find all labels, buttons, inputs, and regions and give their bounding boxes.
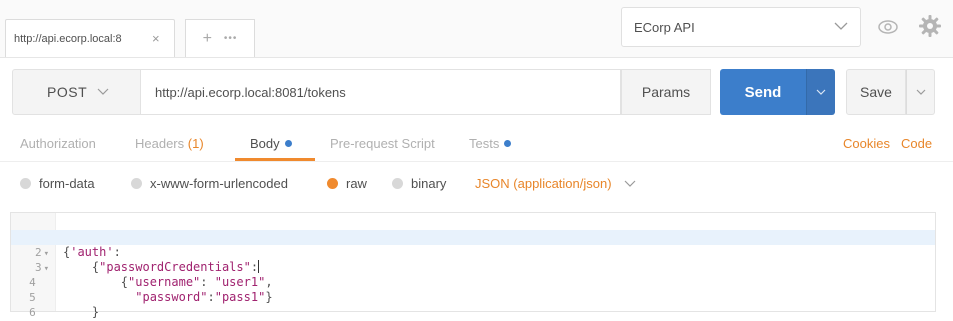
radio-circle-icon	[131, 178, 142, 189]
code-line: 3 ▾ {"username": "user1",	[34, 261, 273, 289]
send-options-chevron-icon[interactable]	[806, 69, 835, 115]
url-input[interactable]: http://api.ecorp.local:8081/tokens	[141, 69, 621, 115]
request-tabs: Authorization Headers (1) Body Pre-reque…	[0, 126, 953, 162]
request-tab[interactable]: http://api.ecorp.local:8 ×	[5, 19, 175, 57]
tab-body-label: Body	[250, 136, 280, 151]
radio-label: raw	[346, 176, 367, 191]
radio-label: x-www-form-urlencoded	[150, 176, 288, 191]
code-line: 6 }	[11, 290, 935, 321]
save-button[interactable]: Save	[846, 69, 906, 115]
headers-count-badge: (1)	[187, 136, 204, 151]
close-tab-icon[interactable]: ×	[152, 31, 160, 46]
body-type-row: form-data x-www-form-urlencoded raw bina…	[0, 170, 953, 204]
new-tab-icon[interactable]: +	[203, 30, 212, 48]
code-link[interactable]: Code	[901, 136, 932, 151]
radio-form-data[interactable]: form-data	[20, 176, 95, 191]
active-tab-underline	[235, 158, 315, 161]
method-label: POST	[47, 84, 88, 100]
chevron-down-icon	[97, 87, 109, 98]
cookies-link[interactable]: Cookies	[843, 136, 890, 151]
tab-actions: + •••	[185, 19, 255, 57]
radio-urlencoded[interactable]: x-www-form-urlencoded	[131, 176, 288, 191]
environment-label: ECorp API	[634, 19, 695, 35]
method-select[interactable]: POST	[12, 69, 141, 115]
content-type-select[interactable]: JSON (application/json)	[475, 176, 636, 191]
code-line-active: 2 ▾ {"passwordCredentials":	[11, 230, 935, 274]
eye-icon[interactable]	[877, 16, 899, 38]
params-button[interactable]: Params	[621, 69, 711, 115]
save-options-chevron-icon[interactable]	[906, 69, 935, 115]
radio-selected-icon	[327, 178, 338, 189]
tab-authorization[interactable]: Authorization	[20, 136, 96, 151]
code-line: 5 }	[11, 275, 935, 319]
tab-pre-request-script[interactable]: Pre-request Script	[330, 136, 435, 151]
code-text: }	[63, 305, 100, 319]
radio-circle-icon	[20, 178, 31, 189]
code-line: 1▾ {'auth':	[11, 215, 935, 259]
tab-headers[interactable]: Headers (1)	[135, 136, 204, 151]
tab-headers-label: Headers	[135, 136, 185, 151]
tab-body[interactable]: Body	[250, 136, 292, 151]
body-editor[interactable]: 1▾ {'auth': 2▾ {"passwordCredentials": 3…	[10, 212, 936, 321]
content-type-label: JSON (application/json)	[475, 176, 612, 191]
environment-select[interactable]: ECorp API	[621, 7, 861, 47]
line-number: 6	[29, 306, 36, 319]
tab-tests[interactable]: Tests	[469, 136, 512, 151]
chevron-down-icon	[624, 178, 636, 190]
radio-binary[interactable]: binary	[392, 176, 446, 191]
tab-tests-label: Tests	[469, 136, 500, 151]
code-line: 4 "password":"pass1"}	[11, 260, 935, 304]
chevron-down-icon	[834, 21, 848, 33]
radio-label: form-data	[39, 176, 95, 191]
body-indicator-dot	[284, 140, 292, 147]
send-button[interactable]: Send	[720, 69, 806, 115]
radio-circle-icon	[392, 178, 403, 189]
more-tabs-icon[interactable]: •••	[224, 33, 238, 44]
request-tab-label: http://api.ecorp.local:8	[14, 32, 122, 45]
radio-raw[interactable]: raw	[327, 176, 367, 191]
gear-icon[interactable]	[918, 14, 942, 38]
radio-label: binary	[411, 176, 447, 191]
tests-indicator-dot	[504, 140, 512, 147]
